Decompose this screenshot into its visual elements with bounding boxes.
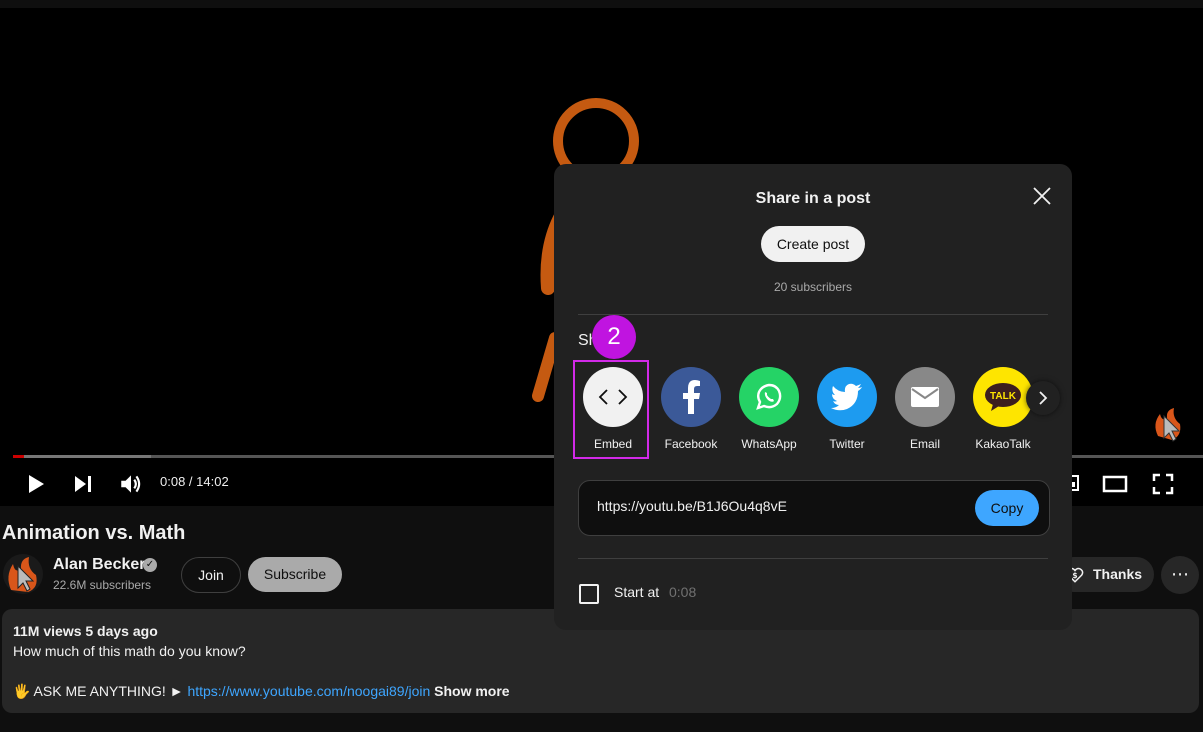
- verified-check-icon: ✓: [143, 558, 157, 572]
- email-icon: [911, 387, 939, 407]
- more-actions-button[interactable]: ⋯: [1161, 556, 1199, 594]
- subscriber-count: 22.6M subscribers: [53, 578, 152, 592]
- create-post-button[interactable]: Create post: [761, 226, 865, 262]
- channel-watermark-icon: [1155, 408, 1181, 442]
- channel-avatar[interactable]: [3, 554, 43, 594]
- whatsapp-icon: [756, 383, 782, 410]
- chevron-right-icon: [1039, 391, 1048, 405]
- time-display: 0:08 / 14:02: [160, 474, 229, 489]
- share-label-whatsapp: WhatsApp: [741, 437, 797, 451]
- share-label-kakaotalk: KakaoTalk: [975, 437, 1031, 451]
- kakaotalk-circle: TALK: [973, 367, 1033, 427]
- email-circle: [895, 367, 955, 427]
- ask-me-anything-text: 🖐 ASK ME ANYTHING! ►: [13, 683, 188, 699]
- twitter-circle: [817, 367, 877, 427]
- start-at-label: Start at: [614, 584, 660, 600]
- divider: [578, 558, 1048, 559]
- post-subscriber-count: 20 subscribers: [773, 280, 853, 294]
- description-line-2: 🖐 ASK ME ANYTHING! ► https://www.youtube…: [13, 683, 510, 700]
- thanks-label: Thanks: [1093, 566, 1143, 582]
- share-email[interactable]: Email: [892, 367, 958, 451]
- start-at-checkbox[interactable]: [579, 584, 599, 604]
- show-more-button[interactable]: Show more: [434, 683, 509, 699]
- subscribe-button[interactable]: Subscribe: [248, 557, 342, 592]
- join-button[interactable]: Join: [181, 557, 241, 593]
- facebook-icon: [683, 380, 700, 414]
- facebook-circle: [661, 367, 721, 427]
- channel-name[interactable]: Alan Becker: [53, 556, 146, 574]
- theater-mode-icon[interactable]: [1102, 472, 1128, 496]
- copy-button[interactable]: Copy: [975, 490, 1039, 526]
- description-line: How much of this math do you know?: [13, 643, 246, 659]
- avatar-fire-icon: [8, 557, 37, 592]
- video-title: Animation vs. Math: [2, 522, 186, 544]
- share-post-title: Share in a post: [755, 190, 871, 207]
- share-whatsapp[interactable]: WhatsApp: [736, 367, 802, 451]
- membership-link[interactable]: https://www.youtube.com/noogai89/join: [187, 683, 430, 699]
- divider: [578, 314, 1048, 315]
- twitter-icon: [831, 383, 862, 411]
- played-bar: [13, 455, 25, 458]
- annotation-step-badge: 2: [592, 315, 636, 359]
- share-label-facebook: Facebook: [664, 437, 718, 451]
- start-at-time: 0:08: [669, 584, 697, 600]
- buffered-bar: [13, 455, 152, 458]
- share-kakaotalk[interactable]: TALK KakaoTalk: [970, 367, 1036, 451]
- play-icon[interactable]: [24, 472, 48, 496]
- annotation-highlight-box: [573, 360, 649, 459]
- volume-icon[interactable]: [118, 471, 144, 497]
- share-label-twitter: Twitter: [829, 437, 865, 451]
- share-url-field[interactable]: https://youtu.be/B1J6Ou4q8vE Copy: [578, 480, 1050, 536]
- svg-text:$: $: [1072, 571, 1077, 580]
- scroll-next-button[interactable]: [1026, 381, 1060, 415]
- share-label-email: Email: [909, 437, 940, 451]
- share-twitter[interactable]: Twitter: [814, 367, 880, 451]
- whatsapp-circle: [739, 367, 799, 427]
- close-icon[interactable]: [1030, 184, 1054, 208]
- view-count-date: 11M views 5 days ago: [13, 623, 158, 639]
- share-url[interactable]: https://youtu.be/B1J6Ou4q8vE: [597, 498, 787, 514]
- kakaotalk-icon: TALK: [985, 383, 1021, 411]
- next-icon[interactable]: [72, 472, 96, 496]
- kakaotalk-icon-text: TALK: [990, 391, 1017, 402]
- fullscreen-icon[interactable]: [1151, 472, 1175, 496]
- share-facebook[interactable]: Facebook: [658, 367, 724, 451]
